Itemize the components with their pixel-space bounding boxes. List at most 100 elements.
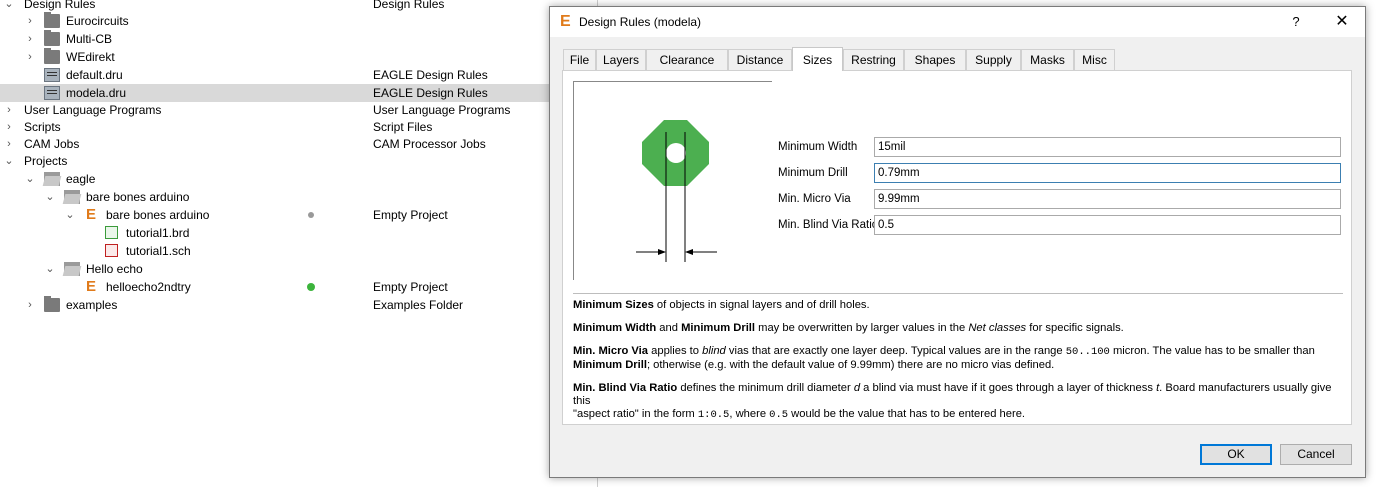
folder-icon (44, 296, 60, 312)
eagle-project-icon: E (86, 278, 97, 295)
tree-label: examples (66, 298, 118, 312)
min-drill-label: Minimum Drill (778, 167, 848, 179)
tree-desc: EAGLE Design Rules (373, 68, 488, 82)
help-paragraph: Min. Blind Via Ratio defines the minimum… (573, 382, 1332, 421)
help-divider (573, 293, 1343, 294)
chevron-right-icon[interactable]: › (25, 48, 35, 66)
min-micro-via-label: Min. Micro Via (778, 193, 851, 205)
sizes-panel: Minimum Width Minimum Drill Min. Micro V… (562, 70, 1352, 425)
chevron-right-icon[interactable]: › (4, 101, 14, 119)
folder-icon (44, 48, 60, 64)
tree-row-hello-echo[interactable]: ⌄ Hello echo (0, 260, 600, 278)
tree-label: bare bones arduino (106, 208, 210, 222)
cancel-button[interactable]: Cancel (1280, 444, 1352, 465)
tree-desc: Empty Project (373, 280, 448, 294)
help-button[interactable]: ? (1285, 12, 1307, 32)
open-folder-icon (44, 172, 60, 186)
tree-row-bare-bones-project[interactable]: ⌄ E bare bones arduino Empty Project (0, 206, 600, 224)
chevron-right-icon[interactable]: › (25, 296, 35, 314)
tree-desc: Examples Folder (373, 298, 464, 312)
tree-desc: CAM Processor Jobs (373, 137, 486, 151)
tree-label: bare bones arduino (86, 190, 190, 204)
tree-label: eagle (66, 172, 96, 186)
drill-diagram-graphic (636, 120, 717, 262)
tree-label: tutorial1.brd (126, 226, 190, 240)
dialog-title: Design Rules (modela) (579, 15, 702, 29)
tree-label: Scripts (24, 120, 61, 134)
min-drill-input[interactable] (874, 163, 1341, 183)
tree-label: tutorial1.sch (126, 244, 191, 258)
tree-row-bare-bones-folder[interactable]: ⌄ bare bones arduino (0, 188, 600, 206)
tree-desc: Empty Project (373, 208, 448, 222)
folder-icon (44, 12, 60, 28)
chevron-down-icon[interactable]: ⌄ (45, 188, 55, 206)
tree-row-projects[interactable]: ⌄ Projects (0, 152, 600, 170)
chevron-down-icon[interactable]: ⌄ (4, 152, 14, 170)
design-rules-file-icon (44, 68, 60, 82)
tab-supply[interactable]: Supply (966, 49, 1021, 70)
tree-label: User Language Programs (24, 103, 162, 117)
tab-masks[interactable]: Masks (1021, 49, 1074, 70)
chevron-right-icon[interactable]: › (25, 12, 35, 30)
ok-button[interactable]: OK (1200, 444, 1272, 465)
tree-row-tutorial1-brd[interactable]: tutorial1.brd (0, 224, 600, 242)
chevron-right-icon[interactable]: › (4, 135, 14, 153)
board-file-icon (105, 226, 118, 239)
open-folder-icon (64, 262, 80, 276)
tab-shapes[interactable]: Shapes (904, 49, 966, 70)
chevron-right-icon[interactable]: › (4, 118, 14, 136)
help-text: Minimum Sizes of objects in signal layer… (573, 299, 1343, 432)
tab-clearance[interactable]: Clearance (646, 49, 728, 70)
tree-row-tutorial1-sch[interactable]: tutorial1.sch (0, 242, 600, 260)
min-width-label: Minimum Width (778, 141, 858, 153)
tree-label: default.dru (66, 68, 123, 82)
tree-label: Hello echo (86, 262, 143, 276)
tab-restring[interactable]: Restring (843, 49, 904, 70)
help-paragraph: Minimum Sizes of objects in signal layer… (573, 299, 870, 311)
min-blind-via-ratio-label: Min. Blind Via Ratio (778, 219, 879, 231)
tree-row-examples[interactable]: › examples Examples Folder (0, 296, 600, 314)
tree-label: Multi-CB (66, 32, 113, 46)
tree-label: CAM Jobs (24, 137, 80, 151)
tree-row-eagle[interactable]: ⌄ eagle (0, 170, 600, 188)
drill-hole (666, 143, 686, 163)
chevron-down-icon[interactable]: ⌄ (45, 260, 55, 278)
chevron-down-icon[interactable]: ⌄ (65, 206, 75, 224)
tree-desc: Script Files (373, 120, 433, 134)
tab-layers[interactable]: Layers (596, 49, 646, 70)
help-paragraph: Min. Micro Via applies to blind vias tha… (573, 345, 1315, 371)
tab-file[interactable]: File (563, 49, 596, 70)
tree-row-helloecho2ndtry[interactable]: E helloecho2ndtry Empty Project (0, 278, 600, 296)
tab-distance[interactable]: Distance (728, 49, 792, 70)
tree-row-default-dru[interactable]: default.dru EAGLE Design Rules (0, 66, 600, 84)
tree-row-wedirekt[interactable]: › WEdirekt (0, 48, 600, 66)
status-dot-inactive (308, 212, 314, 218)
close-button[interactable]: ✕ (1330, 11, 1354, 33)
min-blind-via-ratio-input[interactable] (874, 215, 1341, 235)
min-width-input[interactable] (874, 137, 1341, 157)
tree-label: helloecho2ndtry (106, 280, 191, 294)
tree-label: Projects (24, 154, 68, 168)
tree-desc: EAGLE Design Rules (373, 86, 488, 100)
tree-row-ulp[interactable]: › User Language Programs User Language P… (0, 101, 600, 119)
tree-row-multi-cb[interactable]: › Multi-CB (0, 30, 600, 48)
chevron-down-icon[interactable]: ⌄ (25, 170, 35, 188)
min-micro-via-input[interactable] (874, 189, 1341, 209)
tree-row-eurocircuits[interactable]: › Eurocircuits (0, 12, 600, 30)
tab-sizes[interactable]: Sizes (792, 47, 843, 71)
project-tree: ⌄ Design Rules Design Rules › Eurocircui… (0, 0, 600, 487)
dialog-titlebar[interactable]: E Design Rules (modela) ? ✕ (550, 7, 1365, 37)
tree-label: Eurocircuits (66, 14, 129, 28)
design-rules-file-icon (44, 86, 60, 100)
tree-row-scripts[interactable]: › Scripts Script Files (0, 118, 600, 136)
open-folder-icon (64, 190, 80, 204)
via-size-diagram (573, 81, 772, 280)
schematic-file-icon (105, 244, 118, 257)
eagle-project-icon: E (86, 206, 97, 223)
tree-row-modela-dru[interactable]: modela.dru EAGLE Design Rules (0, 84, 600, 102)
tree-row-cam-jobs[interactable]: › CAM Jobs CAM Processor Jobs (0, 135, 600, 153)
help-paragraph: Minimum Width and Minimum Drill may be o… (573, 322, 1124, 334)
eagle-logo-icon: E (560, 13, 571, 30)
tab-misc[interactable]: Misc (1074, 49, 1115, 70)
chevron-right-icon[interactable]: › (25, 30, 35, 48)
